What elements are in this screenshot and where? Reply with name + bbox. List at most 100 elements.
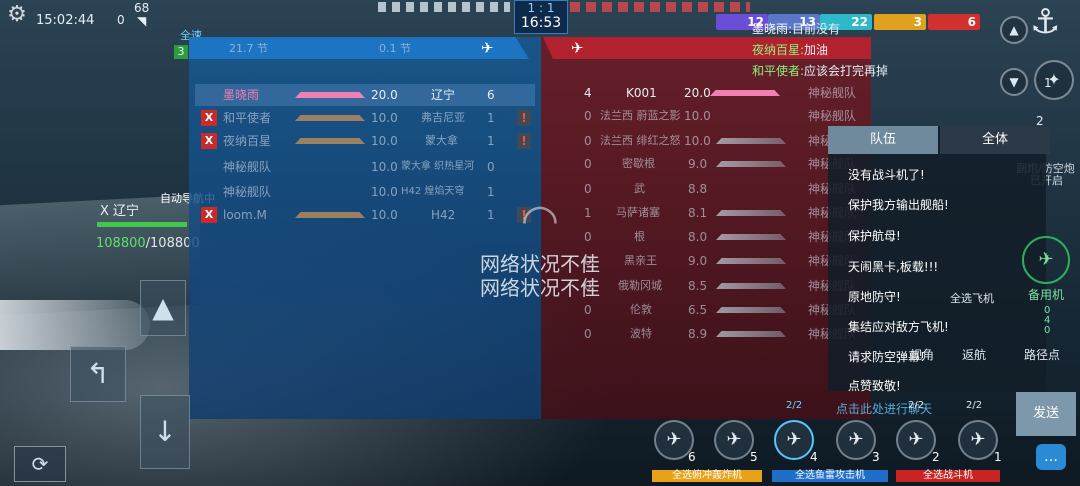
turn-left-button[interactable]: ↰: [70, 346, 126, 402]
enemy-row[interactable]: 0 法兰西 蔚蓝之影 10.0 神秘舰队: [548, 105, 868, 127]
network-warning: 网络状况不佳 网络状况不佳: [465, 252, 615, 300]
quick-message[interactable]: 原地防守!: [848, 288, 901, 305]
plane-count: 3: [872, 450, 880, 464]
ally-header-speed-1: 21.7 节: [229, 42, 268, 55]
network-warning-line: 网络状况不佳: [480, 276, 600, 300]
enemy-row[interactable]: 0 武 8.8 神秘舰队: [548, 178, 868, 200]
ally-team-bars: [378, 2, 510, 12]
plane-count: 6: [688, 450, 696, 464]
throttle-down-button[interactable]: ↓: [140, 395, 190, 469]
enemy-row[interactable]: 0 波特 8.9 神秘舰队: [548, 323, 868, 345]
quick-message[interactable]: 没有战斗机了!: [848, 166, 925, 183]
ally-count: 1: [487, 111, 495, 125]
quick-message[interactable]: 点赞致敬!: [848, 377, 901, 394]
ally-score: 10.0: [371, 208, 398, 222]
warning-icon: !: [517, 133, 531, 149]
ship-silhouette-icon: [295, 212, 365, 218]
switch-ship-icon[interactable]: ⟳: [14, 446, 66, 482]
settings-gear-icon[interactable]: ⚙: [4, 2, 30, 28]
ally-count: 1: [487, 208, 495, 222]
enemy-ship: 黑亲王: [624, 254, 657, 267]
quick-message[interactable]: 天闹黑卡,板载!!!: [848, 258, 938, 275]
kick-icon[interactable]: X: [201, 110, 217, 126]
ally-score: 10.0: [371, 185, 398, 199]
standby-plane-icon[interactable]: ✈: [1022, 236, 1070, 284]
torpedo-plane-icon[interactable]: ✈: [836, 420, 876, 460]
throttle-up-button[interactable]: ▲: [140, 280, 186, 336]
ship-silhouette-icon: [716, 210, 786, 216]
ally-plane-icon: ✈: [481, 39, 494, 57]
quick-message[interactable]: 保护航母!: [848, 227, 901, 244]
enemy-ship: 法兰西 绯红之怒: [600, 134, 681, 147]
ally-row[interactable]: 神秘舰队 10.0 H42 煌焰天穹 1: [195, 181, 535, 203]
view-label[interactable]: 视角: [910, 346, 934, 363]
chat-input[interactable]: 点击此处进行聊天: [828, 396, 1022, 422]
waypoint-label[interactable]: 路径点: [1024, 346, 1060, 363]
enemy-row[interactable]: 0 法兰西 绯红之怒 10.0 神秘舰队: [548, 130, 868, 152]
anchor-icon[interactable]: ⚓: [1030, 2, 1060, 42]
enemy-score: 6.5: [688, 303, 708, 317]
enemy-ship: 伦敦: [630, 303, 652, 316]
ship-silhouette-icon: [710, 90, 780, 96]
bomber-icon[interactable]: ✈: [714, 420, 754, 460]
enemy-row[interactable]: 0 伦敦 6.5 神秘舰队: [548, 299, 868, 321]
send-button[interactable]: 发送: [1016, 392, 1076, 436]
enemy-score: 9.0: [688, 254, 708, 268]
ally-ship: 蒙大拿 织热星河: [401, 161, 475, 172]
enemy-count: 1: [584, 206, 592, 220]
tab-all[interactable]: 全体: [940, 126, 1050, 154]
ally-row[interactable]: 神秘舰队 10.0 蒙大拿 织热星河 0: [195, 156, 535, 178]
ally-score: 10.0: [371, 134, 398, 148]
ship-silhouette-icon: [295, 92, 365, 98]
select-dive-bombers-button[interactable]: 全选俯冲轰炸机: [652, 470, 762, 482]
ally-row[interactable]: X 和平使者 10.0 弗吉尼亚 1 !: [195, 107, 535, 129]
ally-row[interactable]: X loom.M 10.0 H42 1 !: [195, 204, 535, 226]
plane-count: 4: [810, 450, 818, 464]
quick-message[interactable]: 保护我方输出舰船!: [848, 196, 949, 213]
enemy-score: 8.5: [688, 279, 708, 293]
ally-header-speed-2: 0.1 节: [379, 42, 411, 55]
enemy-row[interactable]: 0 根 8.0 神秘舰队: [548, 226, 868, 248]
ship-wake: [0, 300, 150, 350]
select-torpedo-bombers-button[interactable]: 全选鱼雷攻击机: [772, 470, 888, 482]
enemy-row[interactable]: 1 马萨诸塞 8.1 神秘舰队: [548, 202, 868, 224]
kick-icon[interactable]: X: [201, 133, 217, 149]
enemy-row[interactable]: 4 K001 20.0 神秘舰队: [548, 82, 868, 104]
tab-team[interactable]: 队伍: [828, 126, 938, 154]
ally-row[interactable]: X 夜纳百星 10.0 蒙大拿 1 !: [195, 130, 535, 152]
player-hp: 108800/108800: [96, 236, 200, 251]
chat-log: 墨晓雨:目前没有 夜纳百星:加油 和平使者:应该会打完再掉: [752, 19, 888, 82]
enemy-ship: 俄勒冈城: [618, 279, 662, 292]
chat-bubble-icon[interactable]: …: [1036, 444, 1066, 470]
select-all-planes[interactable]: 全选飞机: [950, 290, 994, 306]
enemy-ship: 密歇根: [622, 157, 655, 170]
enemy-plane-icon: ✈: [571, 39, 584, 57]
ally-row[interactable]: 墨晓雨 20.0 辽宁 6: [195, 84, 535, 106]
enemy-ship: K001: [626, 86, 657, 100]
enemy-ship: 马萨诸塞: [616, 206, 660, 219]
ally-score: 20.0: [371, 88, 398, 102]
torpedo-plane-icon[interactable]: ✈: [774, 420, 814, 460]
quick-message[interactable]: 集结应对敌方飞机!: [848, 318, 949, 335]
squad-label: 2/2: [786, 400, 803, 411]
match-timer: 16:53: [520, 15, 562, 31]
fighter-icon[interactable]: ✈: [958, 420, 998, 460]
ally-ship: H42 煌焰天穹: [401, 186, 465, 197]
chat-line: 墨晓雨:目前没有: [752, 22, 841, 36]
select-fighters-button[interactable]: 全选战斗机: [896, 470, 1000, 482]
enemy-score: 8.1: [688, 206, 708, 220]
scroll-down-icon[interactable]: ▼: [1000, 68, 1028, 96]
ally-player-name: 神秘舰队: [223, 160, 272, 174]
return-label[interactable]: 返航: [962, 346, 986, 363]
fighter-icon[interactable]: ✈: [896, 420, 936, 460]
standby-label: 备用机: [1028, 288, 1065, 302]
kick-icon[interactable]: X: [201, 207, 217, 223]
ally-count: 6: [487, 88, 495, 102]
side-counts: 0 4 0: [1044, 305, 1051, 336]
enemy-team-bars: [570, 2, 750, 12]
squad-label: 2/2: [966, 400, 983, 411]
ally-count: 0: [487, 160, 495, 174]
enemy-row[interactable]: 0 密歇根 9.0 神秘舰队: [548, 153, 868, 175]
scroll-up-icon[interactable]: ▲: [1000, 16, 1028, 44]
radar-icon[interactable]: ✦: [1034, 60, 1074, 100]
